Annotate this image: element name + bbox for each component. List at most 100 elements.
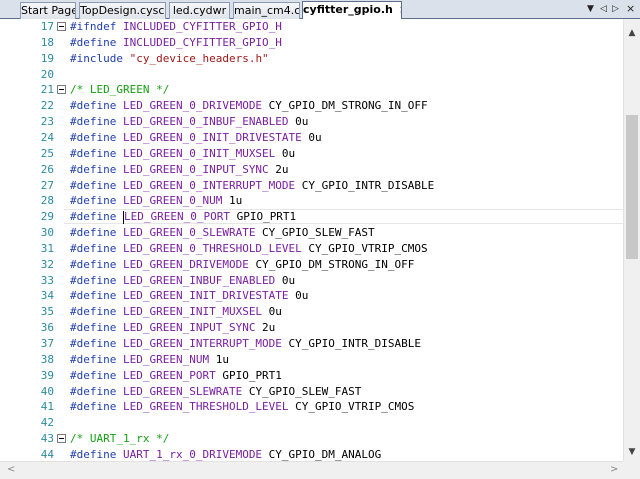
code-token: CY_GPIO_SLEW_FAST (242, 385, 362, 398)
code-text: #define LED_GREEN_0_NUM 1u (70, 193, 242, 208)
code-line[interactable]: 34 #define LED_GREEN_INIT_DRIVESTATE 0u (0, 288, 623, 303)
tab-cyfitter-gpio-h[interactable]: cyfitter_gpio.h × (302, 1, 402, 20)
code-line[interactable]: 21 /* LED_GREEN */ (0, 82, 623, 97)
code-line[interactable]: 26 #define LED_GREEN_0_INPUT_SYNC 2u (0, 162, 623, 177)
code-token: #define (70, 369, 117, 382)
line-number: 35 (40, 305, 54, 318)
fold-toggle-icon[interactable] (57, 22, 66, 31)
code-line[interactable]: 31 #define LED_GREEN_0_THRESHOLD_LEVEL CY… (0, 241, 623, 256)
code-token: #define (70, 179, 117, 192)
code-line[interactable]: 39 #define LED_GREEN_PORT GPIO_PRT1 (0, 368, 623, 383)
tab-topdesign-cysch[interactable]: TopDesign.cysch (79, 2, 166, 19)
code-text: #define LED_GREEN_INPUT_SYNC 2u (70, 320, 275, 335)
code-token: LED_GREEN_0_DRIVEMODE (122, 99, 263, 112)
code-token: LED_GREEN_SLEWRATE (122, 385, 243, 398)
code-line[interactable]: 43 /* UART_1_rx */ (0, 431, 623, 446)
code-line[interactable]: 24 #define LED_GREEN_0_INIT_DRIVESTATE 0u (0, 130, 623, 145)
tab-main-cm4-c[interactable]: main_cm4.c (233, 2, 300, 19)
code-text: /* LED_GREEN */ (70, 82, 169, 97)
code-line[interactable]: 18 #define INCLUDED_CYFITTER_GPIO_H (0, 35, 623, 50)
code-text: #ifndef INCLUDED_CYFITTER_GPIO_H (70, 19, 282, 34)
code-token: CY_GPIO_INTR_DISABLE (281, 337, 422, 350)
code-line[interactable]: 19 #include "cy_device_headers.h" (0, 51, 623, 66)
code-token: #define (70, 321, 117, 334)
tab-list-dropdown-icon[interactable]: ▼ (587, 2, 594, 16)
code-token: LED_GREEN_THRESHOLD_LEVEL (122, 400, 289, 413)
line-number: 17 (40, 20, 54, 33)
code-token: #define (70, 400, 117, 413)
code-line[interactable]: 37 #define LED_GREEN_INTERRUPT_MODE CY_GP… (0, 336, 623, 351)
code-line[interactable]: 38 #define LED_GREEN_NUM 1u (0, 352, 623, 367)
vertical-scroll-thumb[interactable] (626, 115, 638, 259)
code-text: #define LED_GREEN_0_SLEWRATE CY_GPIO_SLE… (70, 225, 375, 240)
code-token: #define (70, 115, 117, 128)
code-text: #define LED_GREEN_INBUF_ENABLED 0u (70, 273, 295, 288)
code-token: #define (70, 305, 117, 318)
line-number: 44 (40, 448, 54, 461)
code-text: #define LED_GREEN_THRESHOLD_LEVEL CY_GPI… (70, 399, 414, 414)
fold-toggle-icon[interactable] (57, 434, 66, 443)
code-token: #define (70, 131, 117, 144)
code-token: LED_GREEN_0_THRESHOLD_LEVEL (122, 242, 302, 255)
vertical-scrollbar[interactable]: ▲ ▼ (623, 19, 640, 461)
line-number: 24 (40, 131, 54, 144)
code-token: #define (70, 210, 117, 223)
scroll-up-icon[interactable]: ▲ (624, 28, 640, 38)
code-token: CY_GPIO_DM_ANALOG (262, 448, 382, 461)
tab-scroll-right-icon[interactable]: ▷ (612, 2, 619, 16)
scroll-left-icon[interactable]: < (7, 464, 15, 475)
line-number: 19 (40, 52, 54, 65)
code-token: 0u (275, 274, 296, 287)
code-text: #define LED_GREEN_INIT_DRIVESTATE 0u (70, 288, 308, 303)
code-token: #define (70, 274, 117, 287)
code-line[interactable]: 32 #define LED_GREEN_DRIVEMODE CY_GPIO_DM… (0, 257, 623, 272)
code-line[interactable]: 30 #define LED_GREEN_0_SLEWRATE CY_GPIO_S… (0, 225, 623, 240)
code-text: #define LED_GREEN_SLEWRATE CY_GPIO_SLEW_… (70, 384, 361, 399)
tab-start-page[interactable]: Start Page (20, 2, 76, 19)
scroll-right-icon[interactable]: > (610, 464, 618, 475)
horizontal-scrollbar[interactable]: < > (0, 461, 623, 479)
code-line[interactable]: 35 #define LED_GREEN_INIT_MUXSEL 0u (0, 304, 623, 319)
code-line[interactable]: 42 (0, 415, 623, 430)
code-line[interactable]: 29 #define LED_GREEN_0_PORT GPIO_PRT1 (0, 209, 623, 224)
code-line[interactable]: 23 #define LED_GREEN_0_INBUF_ENABLED 0u (0, 114, 623, 129)
scroll-down-icon[interactable]: ▼ (624, 447, 640, 457)
code-line[interactable]: 40 #define LED_GREEN_SLEWRATE CY_GPIO_SLE… (0, 384, 623, 399)
code-text: #define LED_GREEN_NUM 1u (70, 352, 229, 367)
code-token: INCLUDED_CYFITTER_GPIO_H (122, 20, 282, 33)
tab-label: led.cydwr (172, 4, 227, 17)
code-line[interactable]: 33 #define LED_GREEN_INBUF_ENABLED 0u (0, 273, 623, 288)
fold-toggle-icon[interactable] (57, 85, 66, 94)
code-editor[interactable]: 17 #ifndef INCLUDED_CYFITTER_GPIO_H 18 #def… (0, 19, 623, 461)
line-number: 36 (40, 321, 54, 334)
tab-scroll-left-icon[interactable]: ◁ (600, 2, 607, 16)
code-token: LED_GREEN_INPUT_SYNC (122, 321, 256, 334)
code-line[interactable]: 28 #define LED_GREEN_0_NUM 1u (0, 193, 623, 208)
tab-led-cydwr[interactable]: led.cydwr (169, 2, 230, 19)
code-text: #include "cy_device_headers.h" (70, 51, 269, 66)
code-token: #define (70, 36, 117, 49)
code-line[interactable]: 27 #define LED_GREEN_0_INTERRUPT_MODE CY_… (0, 178, 623, 193)
close-document-icon[interactable]: × (626, 2, 635, 16)
code-line[interactable]: 20 (0, 67, 623, 82)
code-line[interactable]: 36 #define LED_GREEN_INPUT_SYNC 2u (0, 320, 623, 335)
line-number: 29 (40, 210, 54, 223)
code-line[interactable]: 41 #define LED_GREEN_THRESHOLD_LEVEL CY_G… (0, 399, 623, 414)
tab-close-icon[interactable]: × (399, 3, 401, 16)
code-line[interactable]: 25 #define LED_GREEN_0_INIT_MUXSEL 0u (0, 146, 623, 161)
code-text: #define LED_GREEN_0_PORT GPIO_PRT1 (70, 209, 296, 224)
code-line[interactable]: 44 #define UART_1_rx_0_DRIVEMODE CY_GPIO_… (0, 447, 623, 461)
code-line[interactable]: 17 #ifndef INCLUDED_CYFITTER_GPIO_H (0, 19, 623, 34)
code-token: #define (70, 353, 117, 366)
code-line[interactable]: 22 #define LED_GREEN_0_DRIVEMODE CY_GPIO_… (0, 98, 623, 113)
line-number: 27 (40, 179, 54, 192)
